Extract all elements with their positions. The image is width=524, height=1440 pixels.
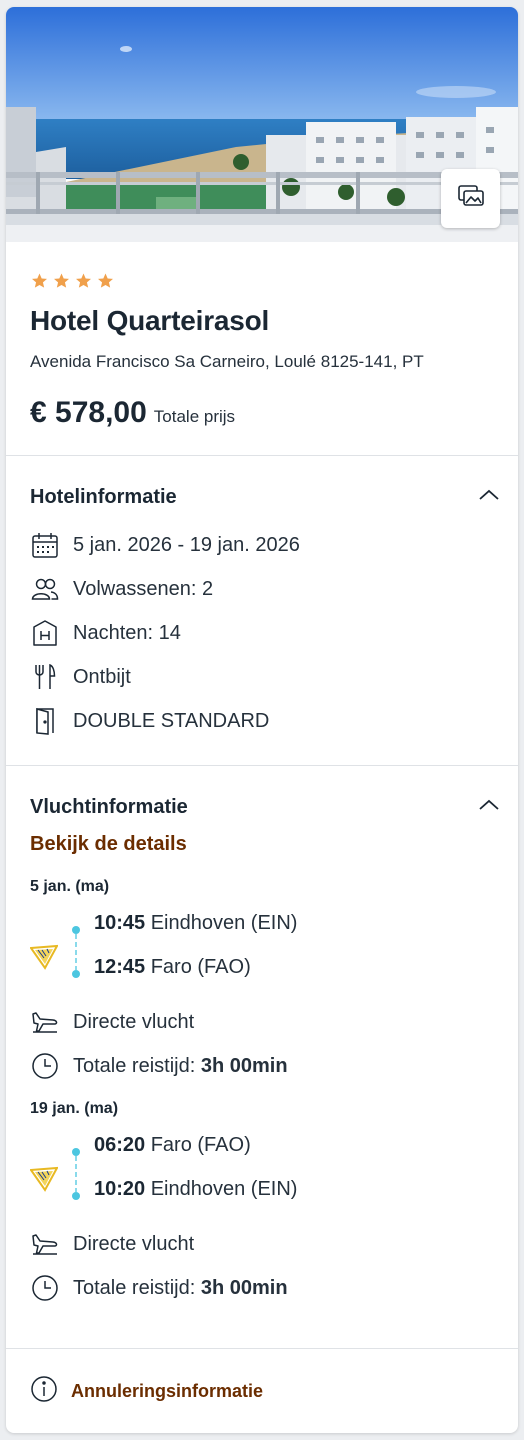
room-type: DOUBLE STANDARD	[73, 709, 270, 732]
departure: 06:20 Faro (FAO)	[94, 1134, 251, 1157]
return-day: 19 jan. (ma)	[30, 1100, 119, 1117]
airline-logo-icon	[29, 944, 59, 975]
clock-icon	[30, 1273, 60, 1303]
chevron-up-icon	[478, 798, 500, 817]
chevron-up-icon	[478, 488, 500, 507]
airline-logo-icon	[29, 1166, 59, 1197]
departure-time: 10:45	[94, 912, 146, 934]
return-details: Directe vlucht Totale reistijd: 3h 00min	[6, 1222, 518, 1310]
hotel-address: Avenida Francisco Sa Carneiro, Loulé 812…	[30, 352, 424, 371]
nights-row: Nachten: 14	[30, 611, 494, 655]
stay-dates-row: 5 jan. 2026 - 19 jan. 2026	[30, 523, 494, 567]
clock-icon	[30, 1051, 60, 1081]
flight-info-title: Vluchtinformatie	[30, 796, 188, 818]
calendar-icon	[30, 530, 60, 560]
hotel-photo[interactable]	[6, 7, 518, 242]
plane-landing-icon	[30, 1229, 60, 1259]
star-icon	[30, 272, 49, 290]
hotel-name: Hotel Quarteirasol	[30, 305, 270, 336]
hotel-info-toggle[interactable]: Hotelinformatie	[6, 486, 518, 509]
door-icon	[30, 706, 60, 736]
total-price: € 578,00	[30, 396, 147, 429]
stay-dates: 5 jan. 2026 - 19 jan. 2026	[73, 533, 300, 556]
flight-timeline	[72, 926, 80, 978]
room-row: DOUBLE STANDARD	[30, 699, 494, 743]
flight-type-row: Directe vlucht	[30, 1000, 494, 1044]
gallery-icon	[457, 184, 485, 213]
adults-count: Volwassenen: 2	[73, 577, 214, 600]
departure-place: Eindhoven (EIN)	[150, 912, 298, 934]
gallery-button[interactable]	[441, 169, 500, 228]
flight-type: Directe vlucht	[73, 1232, 195, 1255]
flight-type-row: Directe vlucht	[30, 1222, 494, 1266]
flight-info-section: Vluchtinformatie Bekijk de details 5 jan…	[6, 766, 518, 1349]
departure-place: Faro (FAO)	[150, 1134, 251, 1156]
duration-label: Totale reistijd:	[73, 1276, 196, 1299]
nights-count: Nachten: 14	[73, 621, 181, 644]
info-icon	[30, 1375, 58, 1408]
plane-landing-icon	[30, 1007, 60, 1037]
outbound-day: 5 jan. (ma)	[30, 878, 110, 895]
star-icon	[74, 272, 93, 290]
hotel-h-icon	[30, 618, 60, 648]
cancellation-label: Annuleringsinformatie	[71, 1381, 264, 1401]
hotel-summary: Hotel Quarteirasol Avenida Francisco Sa …	[6, 242, 518, 456]
duration-value: 3h 00min	[200, 1054, 288, 1077]
arrival-time: 10:20	[94, 1178, 146, 1200]
total-price-label: Totale prijs	[153, 407, 236, 426]
outbound-leg: 10:45 Eindhoven (EIN) 12:45 Faro (FAO)	[6, 912, 518, 1000]
view-details-link[interactable]: Bekijk de details	[30, 833, 187, 856]
duration-label: Totale reistijd:	[73, 1054, 196, 1077]
departure-time: 06:20	[94, 1134, 146, 1156]
board-row: Ontbijt	[30, 655, 494, 699]
arrival: 12:45 Faro (FAO)	[94, 956, 251, 979]
board-type: Ontbijt	[73, 665, 131, 688]
departure: 10:45 Eindhoven (EIN)	[94, 912, 297, 935]
hotel-info-title: Hotelinformatie	[30, 486, 177, 508]
hotel-card: Hotel Quarteirasol Avenida Francisco Sa …	[6, 7, 518, 1433]
arrival-time: 12:45	[94, 956, 146, 978]
arrival-place: Faro (FAO)	[150, 956, 251, 978]
star-icon	[52, 272, 71, 290]
flight-type: Directe vlucht	[73, 1010, 195, 1033]
cancellation-info-link[interactable]: Annuleringsinformatie	[6, 1349, 518, 1433]
duration-row: Totale reistijd: 3h 00min	[30, 1044, 494, 1088]
arrival: 10:20 Eindhoven (EIN)	[94, 1178, 297, 1201]
outbound-details: Directe vlucht Totale reistijd: 3h 00min	[6, 1000, 518, 1088]
star-rating	[30, 272, 494, 290]
arrival-place: Eindhoven (EIN)	[150, 1178, 298, 1200]
flight-info-toggle[interactable]: Vluchtinformatie	[6, 796, 518, 819]
star-icon	[96, 272, 115, 290]
duration-row: Totale reistijd: 3h 00min	[30, 1266, 494, 1310]
hotel-info-list: 5 jan. 2026 - 19 jan. 2026 Volwassenen: …	[6, 523, 518, 743]
price-row: € 578,00 Totale prijs	[30, 396, 494, 430]
flight-timeline	[72, 1148, 80, 1200]
adults-row: Volwassenen: 2	[30, 567, 494, 611]
duration-value: 3h 00min	[200, 1276, 288, 1299]
people-icon	[30, 574, 60, 604]
cutlery-icon	[30, 662, 60, 692]
hotel-info-section: Hotelinformatie 5 jan. 2026 - 19 jan. 20…	[6, 456, 518, 766]
return-leg: 06:20 Faro (FAO) 10:20 Eindhoven (EIN)	[6, 1134, 518, 1222]
